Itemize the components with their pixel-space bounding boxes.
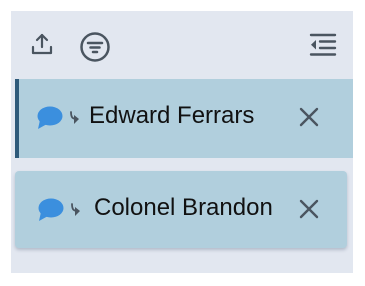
reply-arrow-icon (70, 111, 79, 124)
chat-bubble-icon (37, 106, 63, 129)
collapse-panel-icon[interactable] (308, 32, 338, 58)
filter-icon[interactable] (79, 31, 111, 63)
participant-item-edward-ferrars[interactable]: Edward Ferrars (15, 79, 353, 158)
participant-name: Edward Ferrars (89, 102, 255, 129)
close-icon[interactable] (298, 106, 320, 128)
upload-icon[interactable] (30, 32, 54, 56)
participants-panel: Edward Ferrars Colonel Brandon (11, 11, 353, 273)
chat-bubble-icon (38, 198, 64, 221)
reply-arrow-icon (71, 203, 80, 216)
participant-item-colonel-brandon[interactable]: Colonel Brandon (15, 171, 347, 248)
participant-name: Colonel Brandon (94, 194, 273, 221)
close-icon[interactable] (298, 198, 320, 220)
panel-toolbar (11, 11, 353, 77)
